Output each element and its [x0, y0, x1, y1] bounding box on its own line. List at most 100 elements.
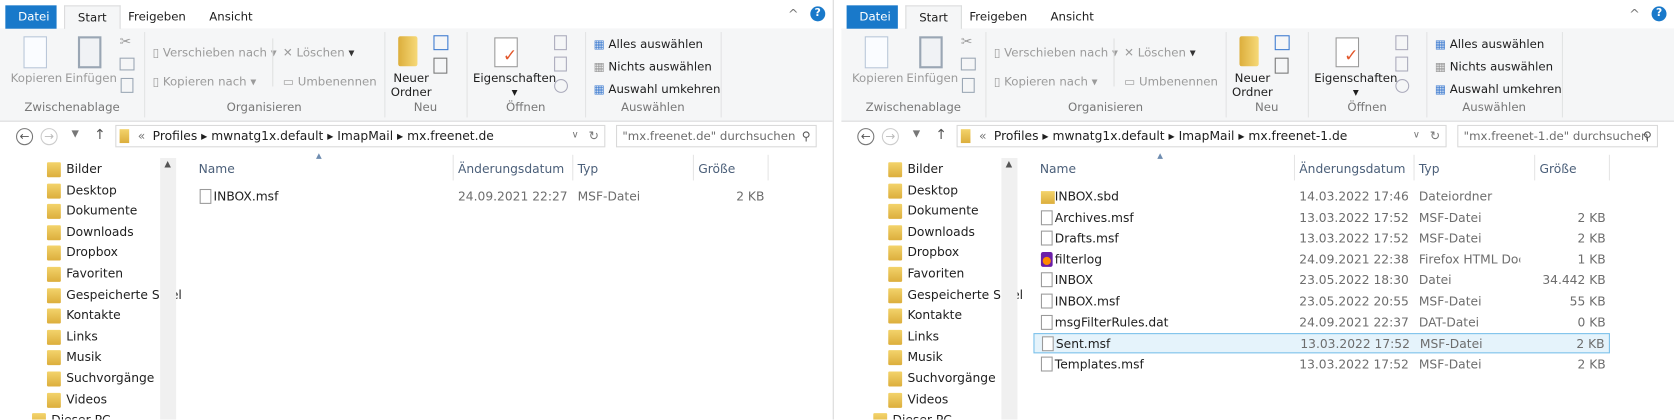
- search-input[interactable]: "mx.freenet-1.de" durchsuchen ⚲: [1457, 124, 1658, 148]
- delete-button[interactable]: ✕ Löschen ▾: [1124, 46, 1195, 60]
- refresh-icon[interactable]: ↻: [589, 126, 599, 146]
- copy-to-button[interactable]: ▯ Kopieren nach ▾: [994, 75, 1098, 89]
- column-separator[interactable]: [1608, 154, 1610, 181]
- open-icon[interactable]: [1395, 35, 1409, 51]
- collapse-ribbon-icon[interactable]: ^: [788, 6, 799, 21]
- invert-selection-button[interactable]: ▦ Auswahl umkehren: [1435, 82, 1562, 96]
- properties-button[interactable]: Eigenschaften ▾: [473, 72, 556, 100]
- column-header-size[interactable]: Größe: [698, 159, 735, 178]
- breadcrumb-item[interactable]: ImapMail: [337, 128, 393, 143]
- column-header-name[interactable]: Name: [199, 159, 235, 178]
- file-row[interactable]: INBOX.msf 24.09.2021 22:27 MSF-Datei 2 KB: [192, 187, 769, 207]
- breadcrumb-item[interactable]: Profiles: [153, 128, 198, 143]
- column-header-type[interactable]: Typ: [1419, 159, 1440, 178]
- history-icon[interactable]: [554, 79, 568, 93]
- address-bar[interactable]: « Profiles ▸ mwnatg1x.default ▸ ImapMail…: [115, 124, 606, 148]
- nav-scrollbar[interactable]: ▲: [160, 158, 177, 420]
- breadcrumb-item[interactable]: mwnatg1x.default: [211, 128, 323, 143]
- up-button[interactable]: ↑: [94, 127, 106, 143]
- back-button[interactable]: ←: [16, 128, 34, 146]
- breadcrumb-item[interactable]: ImapMail: [1179, 128, 1235, 143]
- forward-button[interactable]: →: [881, 128, 899, 146]
- paste-shortcut-icon[interactable]: [961, 77, 975, 93]
- search-input[interactable]: "mx.freenet.de" durchsuchen ⚲: [616, 124, 817, 148]
- paste-button[interactable]: Einfügen: [906, 72, 958, 86]
- tab-freigeben[interactable]: Freigeben: [957, 5, 1040, 28]
- breadcrumb-item[interactable]: mx.freenet-1.de: [1248, 128, 1347, 143]
- tab-freigeben[interactable]: Freigeben: [115, 5, 198, 28]
- column-header-type[interactable]: Typ: [578, 159, 599, 178]
- file-row[interactable]: INBOX 23.05.2022 18:30 Datei 34.442 KB: [1033, 271, 1610, 291]
- paste-shortcut-icon[interactable]: [120, 77, 134, 93]
- recent-locations-icon[interactable]: ▼: [72, 129, 79, 140]
- address-dropdown-icon[interactable]: ∨: [572, 126, 579, 146]
- address-bar[interactable]: « Profiles ▸ mwnatg1x.default ▸ ImapMail…: [956, 124, 1447, 148]
- column-separator[interactable]: [692, 154, 694, 181]
- recent-locations-icon[interactable]: ▼: [913, 129, 920, 140]
- refresh-icon[interactable]: ↻: [1430, 126, 1440, 146]
- easy-access-icon[interactable]: [1274, 57, 1289, 74]
- column-separator[interactable]: [452, 154, 454, 181]
- file-row[interactable]: msgFilterRules.dat 24.09.2021 22:37 DAT-Da…: [1033, 312, 1610, 332]
- copy-button[interactable]: Kopieren: [852, 72, 903, 86]
- cut-icon[interactable]: ✂: [120, 34, 132, 50]
- delete-button[interactable]: ✕ Löschen ▾: [283, 46, 354, 60]
- address-dropdown-icon[interactable]: ∨: [1413, 126, 1420, 146]
- move-to-button[interactable]: ▯ Verschieben nach ▾: [153, 46, 277, 60]
- edit-icon[interactable]: [554, 56, 567, 72]
- tab-ansicht[interactable]: Ansicht: [196, 5, 265, 28]
- copy-path-icon[interactable]: [119, 57, 135, 71]
- new-folder-button[interactable]: Neuer Ordner: [1232, 72, 1273, 100]
- new-folder-button[interactable]: Neuer Ordner: [391, 72, 432, 100]
- breadcrumb-separator-icon[interactable]: ▸: [1234, 128, 1248, 143]
- column-separator[interactable]: [1413, 154, 1415, 181]
- breadcrumb-item[interactable]: Profiles: [994, 128, 1039, 143]
- select-none-button[interactable]: ▦ Nichts auswählen: [594, 60, 712, 74]
- column-separator[interactable]: [572, 154, 574, 181]
- tab-datei[interactable]: Datei: [5, 5, 57, 29]
- forward-button[interactable]: →: [40, 128, 58, 146]
- rename-button[interactable]: ▭ Umbenennen: [1124, 75, 1218, 89]
- scroll-up-icon[interactable]: ▲: [1006, 159, 1013, 169]
- column-separator[interactable]: [1293, 154, 1295, 181]
- column-header-date[interactable]: Änderungsdatum: [1299, 159, 1405, 178]
- edit-icon[interactable]: [1395, 56, 1409, 72]
- cut-icon[interactable]: ✂: [961, 34, 973, 50]
- file-row[interactable]: Drafts.msf 13.03.2022 17:52 MSF-Datei 2 KB: [1033, 229, 1610, 249]
- tab-start[interactable]: Start: [64, 5, 121, 30]
- breadcrumb-separator-icon[interactable]: ▸: [323, 128, 337, 143]
- new-item-icon[interactable]: [433, 35, 449, 51]
- up-button[interactable]: ↑: [935, 127, 947, 143]
- paste-button[interactable]: Einfügen: [65, 72, 117, 86]
- copy-button[interactable]: Kopieren: [11, 72, 62, 86]
- history-icon[interactable]: [1395, 79, 1410, 93]
- copy-path-icon[interactable]: [960, 57, 976, 71]
- easy-access-icon[interactable]: [433, 57, 448, 74]
- tab-start[interactable]: Start: [905, 5, 962, 30]
- breadcrumb-separator-icon[interactable]: ▸: [393, 128, 407, 143]
- open-icon[interactable]: [554, 35, 567, 51]
- file-row[interactable]: Templates.msf 13.03.2022 17:52 MSF-Datei 2 …: [1033, 354, 1610, 374]
- column-separator[interactable]: [1534, 154, 1536, 181]
- file-row[interactable]: Sent.msf 13.03.2022 17:52 MSF-Datei 2 KB: [1033, 333, 1610, 354]
- nav-scrollbar[interactable]: ▲: [1001, 158, 1018, 420]
- breadcrumb-overflow[interactable]: «: [979, 126, 987, 146]
- select-none-button[interactable]: ▦ Nichts auswählen: [1435, 60, 1553, 74]
- properties-button[interactable]: Eigenschaften ▾: [1314, 72, 1397, 100]
- breadcrumb-separator-icon[interactable]: ▸: [1165, 128, 1179, 143]
- breadcrumb-separator-icon[interactable]: ▸: [1039, 128, 1053, 143]
- invert-selection-button[interactable]: ▦ Auswahl umkehren: [594, 82, 721, 96]
- file-row[interactable]: filterlog 24.09.2021 22:38 Firefox HTML Do…: [1033, 250, 1610, 270]
- column-separator[interactable]: [767, 154, 769, 181]
- help-icon[interactable]: ?: [1651, 6, 1667, 22]
- scroll-up-icon[interactable]: ▲: [164, 159, 171, 169]
- tab-ansicht[interactable]: Ansicht: [1038, 5, 1107, 28]
- collapse-ribbon-icon[interactable]: ^: [1629, 6, 1640, 21]
- breadcrumb-separator-icon[interactable]: ▸: [197, 128, 211, 143]
- breadcrumb-item[interactable]: mwnatg1x.default: [1052, 128, 1164, 143]
- rename-button[interactable]: ▭ Umbenennen: [283, 75, 377, 89]
- column-header-name[interactable]: Name: [1040, 159, 1076, 178]
- file-row[interactable]: INBOX.sbd 14.03.2022 17:46 Dateiordner: [1033, 187, 1610, 207]
- column-header-date[interactable]: Änderungsdatum: [458, 159, 564, 178]
- copy-to-button[interactable]: ▯ Kopieren nach ▾: [153, 75, 257, 89]
